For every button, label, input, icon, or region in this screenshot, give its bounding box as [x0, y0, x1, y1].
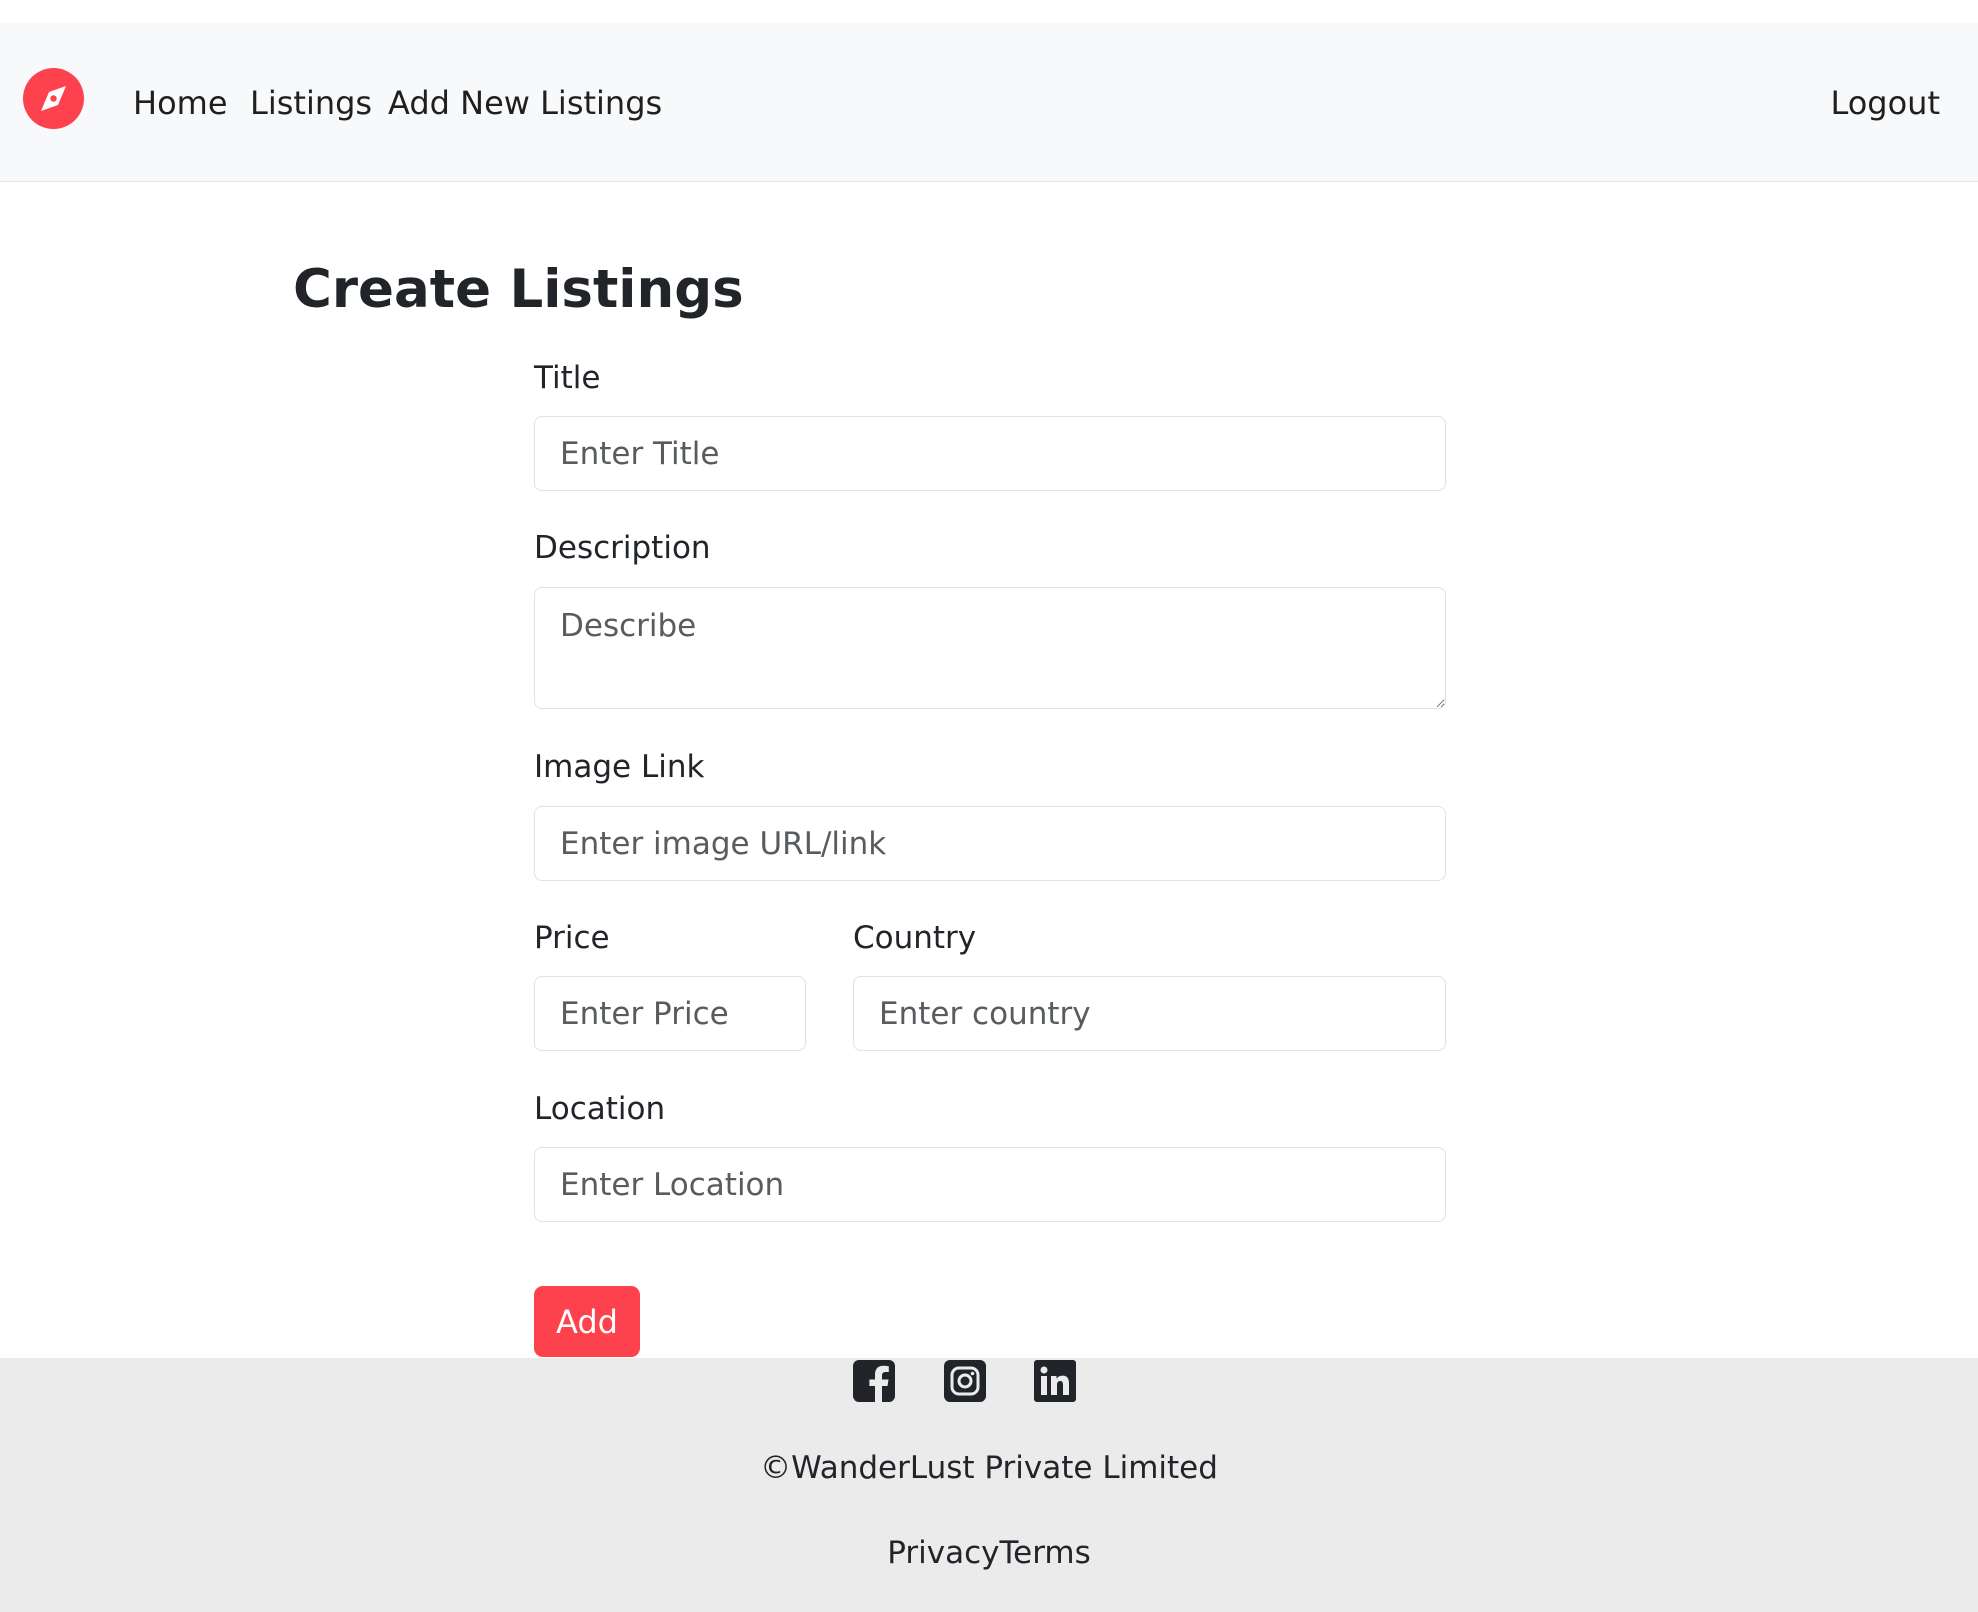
country-label: Country: [853, 920, 977, 956]
nav-add-new-listings-link[interactable]: Add New Listings: [388, 83, 662, 123]
privacy-link[interactable]: Privacy: [887, 1535, 999, 1571]
instagram-icon: [944, 1360, 986, 1402]
location-input[interactable]: [534, 1147, 1446, 1222]
location-label: Location: [534, 1091, 666, 1127]
logout-link[interactable]: Logout: [1830, 83, 1940, 123]
nav-home-link[interactable]: Home: [133, 83, 228, 123]
compass-icon-center: [50, 95, 57, 102]
terms-link[interactable]: Terms: [999, 1535, 1090, 1571]
image-link-label: Image Link: [534, 749, 705, 785]
description-textarea[interactable]: [534, 587, 1446, 709]
instagram-icon-dot: [970, 1371, 975, 1376]
brand-logo[interactable]: [23, 68, 84, 129]
instagram-icon-square: [944, 1360, 986, 1402]
navbar: Home Listings Add New Listings Logout: [0, 23, 1978, 182]
facebook-icon: [853, 1360, 895, 1402]
add-button[interactable]: Add: [534, 1286, 640, 1357]
linkedin-link[interactable]: [1034, 1360, 1076, 1402]
title-label: Title: [534, 360, 601, 396]
image-link-input[interactable]: [534, 806, 1446, 881]
compass-icon: [23, 68, 84, 129]
nav-listings-link[interactable]: Listings: [250, 83, 372, 123]
country-input[interactable]: [853, 976, 1446, 1051]
copyright-text: ©WanderLust Private Limited: [760, 1450, 1218, 1486]
linkedin-icon: [1034, 1360, 1076, 1402]
price-label: Price: [534, 920, 610, 956]
instagram-link[interactable]: [944, 1360, 986, 1402]
footer-links: PrivacyTerms: [0, 1533, 1978, 1573]
linkedin-icon-i-dot: [1040, 1366, 1048, 1374]
linkedin-icon-i-stem: [1041, 1376, 1047, 1395]
facebook-link[interactable]: [853, 1360, 895, 1402]
price-input[interactable]: [534, 976, 806, 1051]
page-title: Create Listings: [293, 259, 744, 320]
title-input[interactable]: [534, 416, 1446, 491]
description-label: Description: [534, 530, 711, 566]
